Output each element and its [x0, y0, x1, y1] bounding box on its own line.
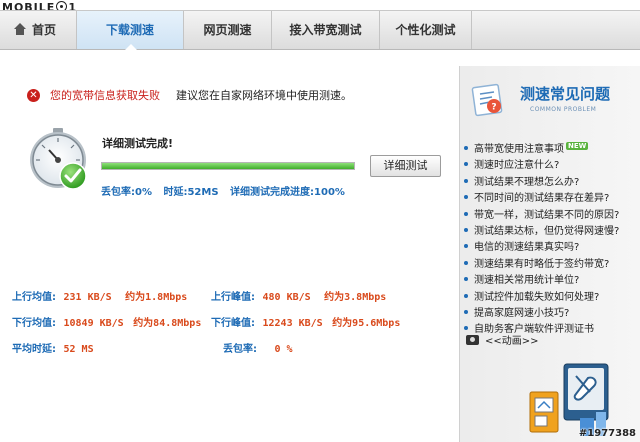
bullet-icon — [464, 277, 468, 282]
bullet-icon — [464, 293, 468, 298]
faq-item[interactable]: 高带宽使用注意事项 NEW — [464, 142, 619, 158]
bullet-icon — [464, 244, 468, 249]
tab-home[interactable]: 首页 — [0, 11, 77, 49]
packet-loss-summary: 丢包率:0% — [101, 187, 152, 198]
svg-text:?: ? — [491, 103, 496, 113]
error-message: 您的宽带信息获取失败 — [50, 89, 160, 102]
tab-download-speed[interactable]: 下载测速 — [77, 11, 184, 50]
tab-bandwidth-test[interactable]: 接入带宽测试 — [272, 11, 380, 49]
packet-loss-row: 丢包率: 0 % — [223, 344, 293, 355]
faq-list: 高带宽使用注意事项 NEW 测速时应注意什么? 测试结果不理想怎么办? 不同时间的… — [464, 142, 619, 339]
test-complete-title: 详细测试完成! — [102, 137, 174, 150]
progress-summary: 详细测试完成进度:100% — [230, 187, 345, 198]
bullet-icon — [464, 227, 468, 232]
watermark-id: #1977388 — [578, 428, 636, 439]
new-badge: NEW — [566, 142, 589, 150]
bullet-icon — [464, 260, 468, 265]
detailed-test-button[interactable]: 详细测试 — [370, 155, 441, 177]
faq-item[interactable]: 不同时间的测试结果存在差异? — [464, 191, 619, 207]
average-latency-row: 平均时延: 52 MS — [12, 344, 94, 355]
bullet-icon — [464, 146, 468, 150]
download-average-row: 下行均值: 10849 KB/S 约为84.8Mbps — [12, 318, 202, 329]
download-peak-row: 下行峰值: 12243 KB/S 约为95.6Mbps — [211, 318, 401, 329]
tip-message: 建议您在自家网络环境中使用测速。 — [176, 89, 352, 102]
faq-item[interactable]: 测试控件加载失败如何处理? — [464, 290, 619, 306]
tab-custom-test[interactable]: 个性化测试 — [380, 11, 472, 49]
top-nav: 首页 下载测速 网页测速 接入带宽测试 个性化测试 — [0, 10, 640, 50]
bullet-icon — [464, 309, 468, 314]
upload-average-row: 上行均值: 231 KB/S 约为1.8Mbps — [12, 292, 188, 303]
home-icon — [14, 23, 26, 35]
tab-web-speed[interactable]: 网页测速 — [184, 11, 272, 49]
bullet-icon — [464, 195, 468, 200]
faq-item[interactable]: 测速相关常用统计单位? — [464, 273, 619, 289]
faq-item[interactable]: 电信的测速结果真实吗? — [464, 240, 619, 256]
test-summary: 丢包率:0% 时延:52MS 详细测试完成进度:100% — [101, 183, 353, 198]
faq-document-icon: ? — [471, 83, 503, 117]
faq-item[interactable]: 测速结果有时略低于签约带宽? — [464, 257, 619, 273]
faq-item[interactable]: 提高家庭网速小技巧? — [464, 306, 619, 322]
animation-link[interactable]: <<动画>> — [466, 332, 539, 347]
faq-item[interactable]: 测试结果达标，但仍觉得网速慢? — [464, 224, 619, 240]
faq-sidebar: ? 测速常见问题 COMMON PROBLEM 高带宽使用注意事项 NEW 测速时… — [459, 66, 640, 442]
faq-item[interactable]: 测速时应注意什么? — [464, 158, 619, 174]
faq-subtitle: COMMON PROBLEM — [530, 106, 597, 113]
faq-title: 测速常见问题 — [520, 85, 611, 103]
bullet-icon — [464, 211, 468, 216]
bullet-icon — [464, 162, 468, 167]
progress-bar — [101, 162, 355, 170]
upload-peak-row: 上行峰值: 480 KB/S 约为3.8Mbps — [211, 292, 387, 303]
main-panel: ✕ 您的宽带信息获取失败 建议您在自家网络环境中使用测速。 详细测试完成! 详细… — [0, 66, 459, 442]
bullet-icon — [464, 178, 468, 183]
bullet-icon — [464, 326, 468, 331]
camera-icon — [466, 334, 479, 345]
faq-item[interactable]: 测试结果不理想怎么办? — [464, 175, 619, 191]
faq-header: ? 测速常见问题 COMMON PROBLEM — [468, 80, 633, 124]
progress-bar-fill — [102, 163, 354, 169]
status-line: ✕ 您的宽带信息获取失败 建议您在自家网络环境中使用测速。 — [27, 87, 352, 103]
speedometer-check-icon — [30, 128, 87, 190]
error-icon: ✕ — [27, 88, 40, 102]
latency-summary: 时延:52MS — [163, 187, 219, 198]
faq-item[interactable]: 带宽一样，测试结果不同的原因? — [464, 208, 619, 224]
